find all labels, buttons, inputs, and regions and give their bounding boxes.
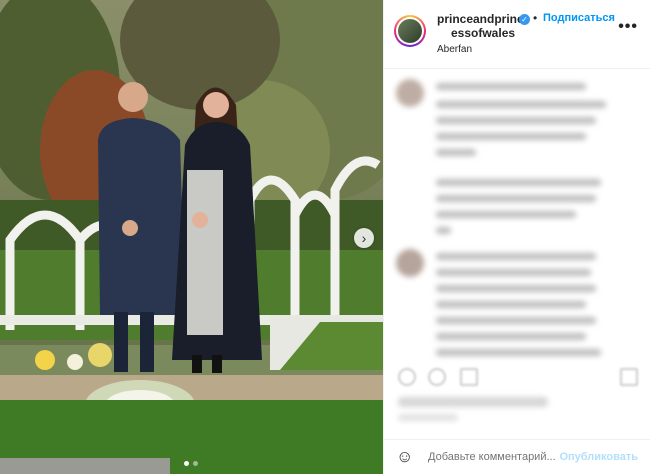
follow-button[interactable]: Подписаться xyxy=(543,12,615,24)
post-header: princeandprinc essofwales ✓ • Подписатьс… xyxy=(384,0,650,69)
comments-blurred xyxy=(384,69,650,359)
next-slide-button[interactable]: › xyxy=(354,228,374,248)
carousel-dot-1 xyxy=(184,461,189,466)
comment-input[interactable] xyxy=(428,451,558,463)
post-photo[interactable]: › xyxy=(0,0,383,474)
post-side-panel: princeandprinc essofwales ✓ • Подписатьс… xyxy=(383,0,650,474)
username-line-2: essofwales xyxy=(451,26,516,40)
publish-button[interactable]: Опубликовать xyxy=(559,451,638,463)
commenter-avatar xyxy=(396,249,424,277)
like-icon[interactable] xyxy=(398,368,416,386)
save-icon[interactable] xyxy=(620,368,638,386)
author-username[interactable]: princeandprinc essofwales xyxy=(437,12,524,40)
add-comment-bar: ☺ Опубликовать xyxy=(384,439,650,475)
username-line-1: princeandprinc xyxy=(437,12,524,26)
separator-dot: • xyxy=(533,11,538,25)
author-avatar[interactable] xyxy=(394,15,426,47)
share-icon[interactable] xyxy=(460,368,478,386)
emoji-icon[interactable]: ☺ xyxy=(396,448,414,466)
carousel-indicator xyxy=(184,461,198,466)
likes-count-blurred xyxy=(398,397,548,407)
comment-icon[interactable] xyxy=(428,368,446,386)
commenter-avatar xyxy=(396,79,424,107)
photo-scene xyxy=(0,0,383,474)
post-location[interactable]: Aberfan xyxy=(437,44,472,55)
post-date-blurred xyxy=(398,414,458,421)
verified-badge-icon: ✓ xyxy=(519,14,530,25)
carousel-dot-2 xyxy=(193,461,198,466)
more-options-icon[interactable]: ••• xyxy=(618,18,638,36)
post-actions xyxy=(384,360,650,394)
